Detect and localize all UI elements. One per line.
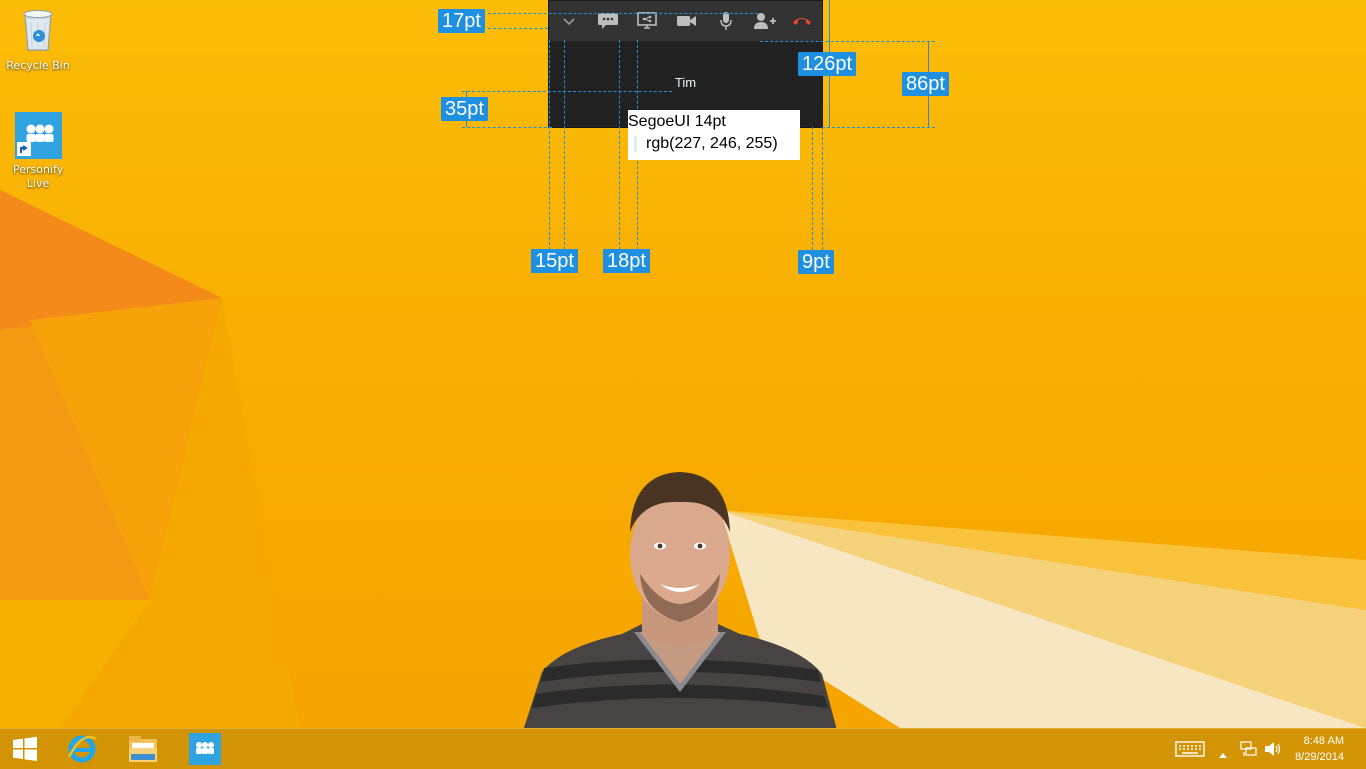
measure-line — [812, 127, 813, 250]
keyboard-icon — [1175, 741, 1205, 757]
measure-line — [488, 13, 758, 14]
measure-label-toolbar-height: 17pt — [438, 9, 485, 33]
recycle-bin-icon — [23, 10, 53, 51]
hang-up-icon — [793, 18, 811, 25]
measure-label-right-padding: 9pt — [798, 250, 834, 274]
measure-line — [619, 40, 620, 250]
file-explorer-icon — [129, 736, 157, 762]
measure-line — [564, 40, 565, 250]
personify-live-taskbar-button[interactable] — [175, 729, 235, 769]
microphone-icon — [720, 12, 732, 30]
personify-live-icon — [189, 733, 221, 765]
color-swatch — [634, 136, 637, 152]
font-spec-callout: SegoeUI 14pt rgb(227, 246, 255) — [628, 110, 800, 160]
hang-up-button[interactable] — [788, 9, 816, 33]
taskbar: 8:48 AM 8/29/2014 — [0, 728, 1366, 769]
measure-label-name-offset: 35pt — [441, 97, 488, 121]
volume-button[interactable] — [1264, 741, 1282, 761]
share-screen-icon — [637, 12, 657, 29]
measure-line — [822, 127, 935, 128]
clock-date: 8/29/2014 — [1295, 751, 1344, 763]
recycle-bin-label: Recycle Bin — [6, 59, 70, 72]
measure-line — [549, 40, 550, 250]
start-button[interactable] — [0, 729, 50, 769]
font-spec-text: SegoeUI 14pt — [628, 113, 726, 130]
video-camera-icon — [677, 16, 696, 26]
measure-label-text-offset: 18pt — [603, 249, 650, 273]
internet-explorer-icon — [67, 735, 97, 763]
touch-keyboard-button[interactable] — [1175, 741, 1205, 761]
measure-line — [760, 41, 935, 42]
measure-label-video-height: 86pt — [902, 72, 949, 96]
color-spec-text: rgb(227, 246, 255) — [646, 135, 778, 152]
chat-icon — [598, 13, 618, 29]
desktop-icon-personify-live[interactable]: Personify Live — [0, 112, 76, 191]
network-icon — [1240, 741, 1257, 756]
caller-name: Tim — [674, 75, 697, 90]
system-clock[interactable]: 8:48 AM 8/29/2014 — [1295, 733, 1344, 765]
measure-line — [462, 127, 552, 128]
internet-explorer-button[interactable] — [52, 729, 112, 769]
call-window[interactable]: Tim — [549, 1, 822, 127]
person-video-cutout — [523, 472, 837, 728]
show-hidden-icons-icon — [1219, 753, 1227, 758]
show-hidden-icons-button[interactable] — [1218, 744, 1228, 763]
windows-logo-icon — [13, 736, 37, 761]
measure-label-left-padding: 15pt — [531, 249, 578, 273]
measure-label-window-height: 126pt — [798, 52, 857, 76]
network-button[interactable] — [1240, 741, 1258, 761]
desktop-icon-recycle-bin[interactable]: Recycle Bin — [0, 6, 76, 73]
volume-icon — [1265, 742, 1281, 756]
file-explorer-button[interactable] — [113, 729, 173, 769]
shortcut-arrow-icon — [17, 142, 31, 156]
add-person-icon — [754, 13, 776, 29]
measure-line — [822, 127, 823, 250]
chevron-down-icon — [563, 18, 575, 26]
desktop: Recycle Bin Personify Live Tim 17pt 126p… — [0, 0, 1366, 728]
call-toolbar — [549, 1, 822, 41]
clock-time: 8:48 AM — [1303, 735, 1344, 747]
measure-line — [488, 28, 548, 29]
personify-live-label: Personify Live — [13, 163, 64, 190]
measure-line — [462, 91, 672, 92]
